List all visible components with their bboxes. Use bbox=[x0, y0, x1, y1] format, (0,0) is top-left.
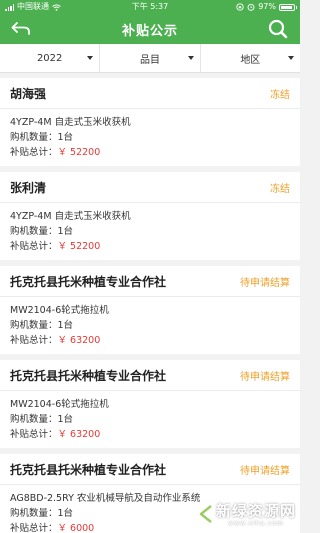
battery-icon bbox=[279, 3, 297, 11]
filter-year-label: 2022 bbox=[36, 52, 63, 64]
subsidy-label: 补贴总计： bbox=[10, 147, 58, 158]
status-badge: 冻结 bbox=[270, 89, 290, 101]
status-badge: 待申请结算 bbox=[240, 371, 290, 383]
quantity-value: 1台 bbox=[57, 508, 74, 519]
title-bar: 补贴公示 bbox=[0, 14, 300, 44]
machine-model: MW2104-6轮式拖拉机 bbox=[10, 305, 109, 316]
machine-model: MW2104-6轮式拖拉机 bbox=[10, 399, 109, 410]
search-icon[interactable] bbox=[267, 18, 289, 40]
quantity-value: 1台 bbox=[57, 414, 74, 425]
filter-bar: 2022 品目 地区 bbox=[0, 44, 300, 73]
subsidy-label: 补贴总计： bbox=[10, 523, 58, 533]
machine-model: 4YZP-4M 自走式玉米收获机 bbox=[10, 117, 131, 128]
subsidy-amount: ￥ 52200 bbox=[57, 147, 101, 158]
page-title: 补贴公示 bbox=[121, 23, 178, 39]
list-item[interactable]: 张利清 冻结 4YZP-4M 自走式玉米收获机 购机数量：1台 补贴总计：￥ 5… bbox=[0, 172, 300, 260]
status-badge: 冻结 bbox=[270, 183, 290, 195]
filter-region-label: 地区 bbox=[240, 54, 261, 66]
applicant-name: 托克托县托米种植专业合作社 bbox=[10, 462, 167, 477]
subsidy-label: 补贴总计： bbox=[10, 335, 58, 346]
list-item[interactable]: 托克托县托米种植专业合作社 待申请结算 MW2104-6轮式拖拉机 购机数量：1… bbox=[0, 266, 300, 354]
status-time: 下午 5:37 bbox=[131, 2, 169, 11]
filter-region[interactable]: 地区 bbox=[199, 44, 300, 72]
subsidy-label: 补贴总计： bbox=[10, 241, 58, 252]
applicant-name: 托克托县托米种植专业合作社 bbox=[10, 274, 167, 289]
applicant-name: 张利清 bbox=[10, 180, 47, 195]
dropdown-caret-icon bbox=[187, 56, 194, 60]
applicant-name: 胡海强 bbox=[10, 86, 47, 101]
subsidy-amount: ￥ 52200 bbox=[57, 241, 101, 252]
filter-year[interactable]: 2022 bbox=[0, 44, 99, 72]
status-badge: 待申请结算 bbox=[240, 465, 290, 477]
subsidy-label: 补贴总计： bbox=[10, 429, 58, 440]
quantity-label: 购机数量： bbox=[10, 414, 58, 425]
list-item[interactable]: 托克托县托米种植专业合作社 待申请结算 MW2104-6轮式拖拉机 购机数量：1… bbox=[0, 360, 300, 448]
quantity-label: 购机数量： bbox=[10, 320, 58, 331]
site-watermark: 新绿资源网 www.xiha.com bbox=[191, 501, 296, 527]
machine-model: 4YZP-4M 自走式玉米收获机 bbox=[10, 211, 131, 222]
quantity-value: 1台 bbox=[57, 320, 74, 331]
quantity-label: 购机数量： bbox=[10, 508, 58, 519]
list-item[interactable]: 胡海强 冻结 4YZP-4M 自走式玉米收获机 购机数量：1台 补贴总计：￥ 5… bbox=[0, 78, 300, 166]
subsidy-amount: ￥ 63200 bbox=[57, 429, 101, 440]
watermark-subtext: www.xiha.com bbox=[228, 520, 284, 527]
filter-category[interactable]: 品目 bbox=[99, 44, 199, 72]
subsidy-amount: ￥ 63200 bbox=[57, 335, 101, 346]
subsidy-public-page: 中国联通 下午 5:37 97% 补贴公示 2022 品目 地区 胡海强 冻结 … bbox=[0, 0, 300, 533]
quantity-label: 购机数量： bbox=[10, 226, 58, 237]
status-bar: 中国联通 下午 5:37 97% bbox=[0, 0, 300, 14]
quantity-value: 1台 bbox=[57, 226, 74, 237]
quantity-label: 购机数量： bbox=[10, 132, 58, 143]
back-arrow-icon[interactable] bbox=[10, 20, 32, 38]
status-badge: 待申请结算 bbox=[240, 277, 290, 289]
dropdown-caret-icon bbox=[87, 56, 94, 60]
quantity-value: 1台 bbox=[57, 132, 74, 143]
subsidy-amount: ￥ 6000 bbox=[57, 523, 95, 533]
dropdown-caret-icon bbox=[287, 56, 294, 60]
watermark-text: 新绿资源网 bbox=[215, 502, 296, 520]
subsidy-list: 胡海强 冻结 4YZP-4M 自走式玉米收获机 购机数量：1台 补贴总计：￥ 5… bbox=[0, 73, 300, 533]
filter-category-label: 品目 bbox=[139, 54, 160, 66]
applicant-name: 托克托县托米种植专业合作社 bbox=[10, 368, 167, 383]
watermark-logo-icon bbox=[192, 505, 212, 523]
app-header: 中国联通 下午 5:37 97% 补贴公示 bbox=[0, 0, 300, 44]
